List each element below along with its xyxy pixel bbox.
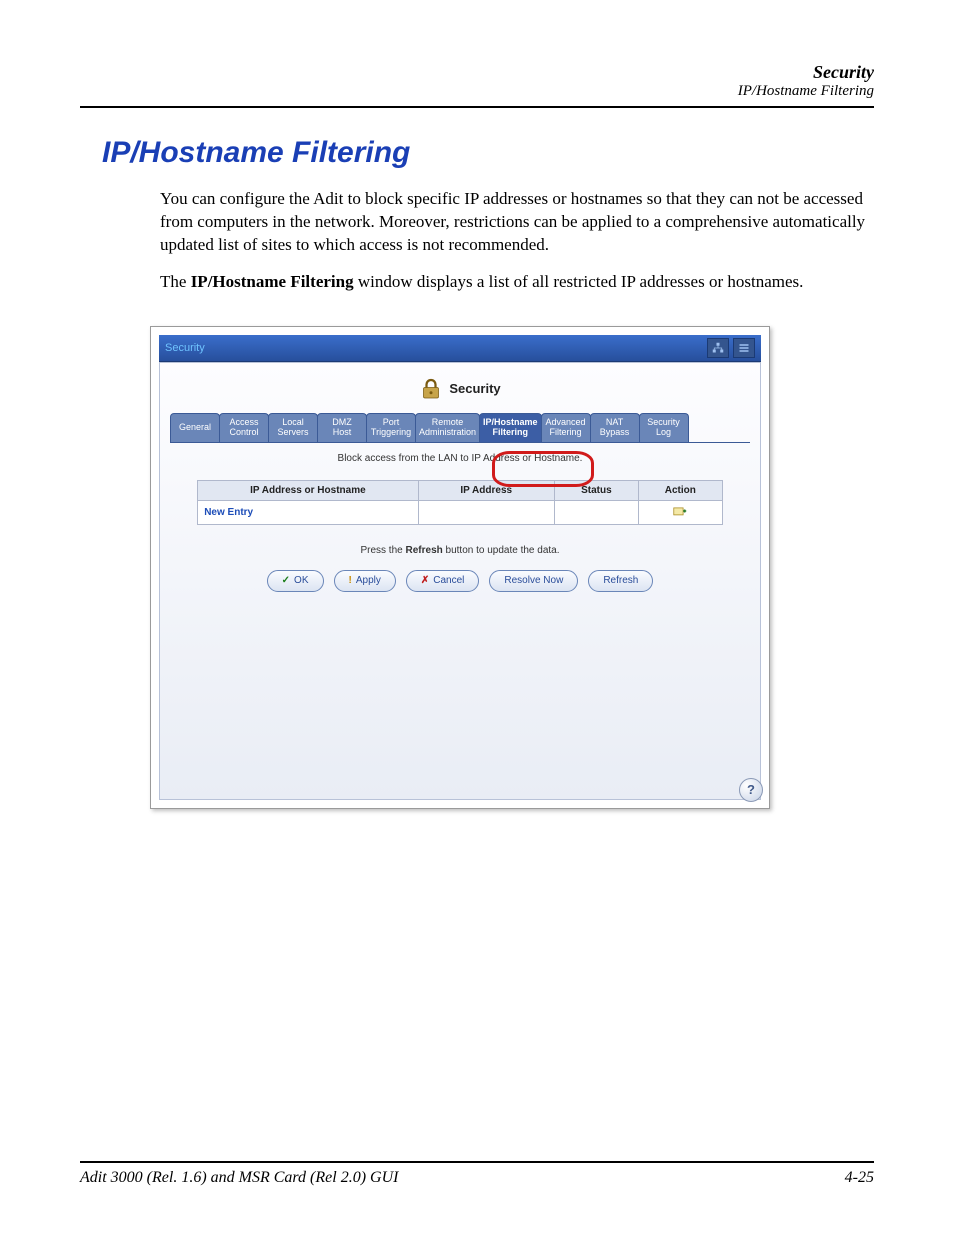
intro-paragraph-1: You can configure the Adit to block spec… xyxy=(160,188,874,257)
col-ip-address: IP Address xyxy=(418,480,554,500)
header-rule xyxy=(80,106,874,108)
sitemap-icon[interactable] xyxy=(707,338,729,358)
refresh-button[interactable]: Refresh xyxy=(588,570,653,592)
col-action: Action xyxy=(638,480,722,500)
help-icon[interactable]: ? xyxy=(739,778,763,802)
tab-access-control[interactable]: Access Control xyxy=(219,413,269,442)
tab-ip-hostname-filtering[interactable]: IP/Hostname Filtering xyxy=(479,413,542,442)
instruction-text: Block access from the LAN to IP Address … xyxy=(168,443,752,480)
tab-bar: General Access Control Local Servers DMZ… xyxy=(168,413,752,442)
table-row: New Entry xyxy=(198,500,723,524)
tab-dmz-host[interactable]: DMZ Host xyxy=(317,413,367,442)
footer-left: Adit 3000 (Rel. 1.6) and MSR Card (Rel 2… xyxy=(80,1169,398,1187)
intro-paragraph-2: The IP/Hostname Filtering window display… xyxy=(160,271,874,294)
list-icon[interactable] xyxy=(733,338,755,358)
col-status: Status xyxy=(554,480,638,500)
cancel-button[interactable]: ✗Cancel xyxy=(406,570,480,592)
tab-security-log[interactable]: Security Log xyxy=(639,413,689,442)
footer-rule xyxy=(80,1161,874,1163)
security-icon xyxy=(419,377,443,401)
resolve-now-button[interactable]: Resolve Now xyxy=(489,570,578,592)
refresh-note: Press the Refresh button to update the d… xyxy=(168,525,752,566)
app-window: Security Security General Access Contro xyxy=(150,326,770,809)
header-section: Security xyxy=(80,62,874,83)
tab-general[interactable]: General xyxy=(170,413,220,442)
ok-button[interactable]: ✓OK xyxy=(267,570,324,592)
tab-advanced-filtering[interactable]: Advanced Filtering xyxy=(541,413,591,442)
panel-heading: Security xyxy=(168,369,752,413)
window-title: Security xyxy=(165,342,205,354)
window-titlebar: Security xyxy=(159,335,761,362)
col-ip-hostname: IP Address or Hostname xyxy=(198,480,418,500)
new-entry-link[interactable]: New Entry xyxy=(204,507,253,518)
filter-table: IP Address or Hostname IP Address Status… xyxy=(197,480,723,525)
footer-right: 4-25 xyxy=(845,1169,874,1187)
page-title: IP/Hostname Filtering xyxy=(102,136,874,170)
tab-nat-bypass[interactable]: NAT Bypass xyxy=(590,413,640,442)
tab-remote-administration[interactable]: Remote Administration xyxy=(415,413,480,442)
header-subsection: IP/Hostname Filtering xyxy=(80,83,874,100)
tab-port-triggering[interactable]: Port Triggering xyxy=(366,413,416,442)
apply-button[interactable]: !Apply xyxy=(334,570,396,592)
add-entry-icon[interactable] xyxy=(673,509,687,520)
button-row: ✓OK !Apply ✗Cancel Resolve Now Refresh xyxy=(168,566,752,592)
tab-local-servers[interactable]: Local Servers xyxy=(268,413,318,442)
